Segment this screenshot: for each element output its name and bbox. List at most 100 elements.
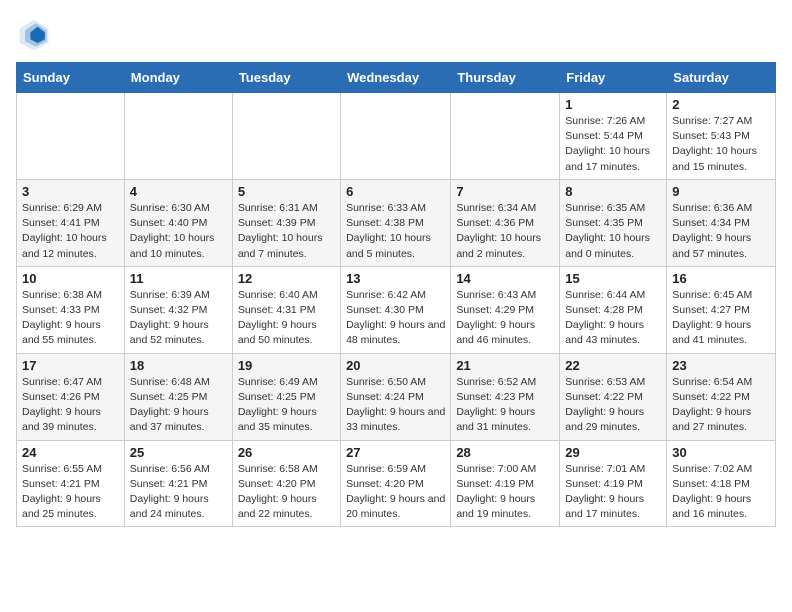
day-info: Sunrise: 6:45 AMSunset: 4:27 PMDaylight:… bbox=[672, 288, 770, 349]
day-cell: 18Sunrise: 6:48 AMSunset: 4:25 PMDayligh… bbox=[124, 353, 232, 440]
day-number: 6 bbox=[346, 184, 445, 199]
day-info: Sunrise: 6:33 AMSunset: 4:38 PMDaylight:… bbox=[346, 201, 445, 262]
day-info: Sunrise: 6:40 AMSunset: 4:31 PMDaylight:… bbox=[238, 288, 335, 349]
day-info: Sunrise: 6:53 AMSunset: 4:22 PMDaylight:… bbox=[565, 375, 661, 436]
day-cell: 19 Sunrise: 6:49 AMSunset: 4:25 PMDayligh… bbox=[232, 353, 340, 440]
day-number: 27 bbox=[346, 445, 445, 460]
week-row-3: 10Sunrise: 6:38 AMSunset: 4:33 PMDayligh… bbox=[17, 266, 776, 353]
day-cell: 1 Sunrise: 7:26 AMSunset: 5:44 PMDaylight… bbox=[560, 93, 667, 180]
day-number: 18 bbox=[130, 358, 227, 373]
day-number: 30 bbox=[672, 445, 770, 460]
day-cell: 11 Sunrise: 6:39 AMSunset: 4:32 PMDayligh… bbox=[124, 266, 232, 353]
day-number: 5 bbox=[238, 184, 335, 199]
day-number: 2 bbox=[672, 97, 770, 112]
day-info: Sunrise: 6:36 AMSunset: 4:34 PMDaylight:… bbox=[672, 201, 770, 262]
day-number: 25 bbox=[130, 445, 227, 460]
day-number: 11 bbox=[130, 271, 227, 286]
day-cell: 10Sunrise: 6:38 AMSunset: 4:33 PMDayligh… bbox=[17, 266, 125, 353]
day-cell: 29 Sunrise: 7:01 AMSunset: 4:19 PMDayligh… bbox=[560, 440, 667, 527]
day-cell: 27 Sunrise: 6:59 AMSunset: 4:20 PMDayligh… bbox=[341, 440, 451, 527]
day-number: 9 bbox=[672, 184, 770, 199]
day-number: 17 bbox=[22, 358, 119, 373]
day-cell bbox=[451, 93, 560, 180]
day-info: Sunrise: 6:30 AMSunset: 4:40 PMDaylight:… bbox=[130, 201, 227, 262]
day-cell: 28 Sunrise: 7:00 AMSunset: 4:19 PMDayligh… bbox=[451, 440, 560, 527]
week-row-4: 17 Sunrise: 6:47 AMSunset: 4:26 PMDayligh… bbox=[17, 353, 776, 440]
day-info: Sunrise: 6:52 AMSunset: 4:23 PMDaylight:… bbox=[456, 375, 554, 436]
week-row-1: 1 Sunrise: 7:26 AMSunset: 5:44 PMDaylight… bbox=[17, 93, 776, 180]
day-cell: 9 Sunrise: 6:36 AMSunset: 4:34 PMDaylight… bbox=[667, 179, 776, 266]
day-cell: 23 Sunrise: 6:54 AMSunset: 4:22 PMDayligh… bbox=[667, 353, 776, 440]
day-info: Sunrise: 6:42 AMSunset: 4:30 PMDaylight:… bbox=[346, 288, 445, 349]
day-number: 15 bbox=[565, 271, 661, 286]
day-info: Sunrise: 6:58 AMSunset: 4:20 PMDaylight:… bbox=[238, 462, 335, 523]
day-info: Sunrise: 6:49 AMSunset: 4:25 PMDaylight:… bbox=[238, 375, 335, 436]
day-info: Sunrise: 6:44 AMSunset: 4:28 PMDaylight:… bbox=[565, 288, 661, 349]
day-info: Sunrise: 6:50 AMSunset: 4:24 PMDaylight:… bbox=[346, 375, 445, 436]
day-info: Sunrise: 6:39 AMSunset: 4:32 PMDaylight:… bbox=[130, 288, 227, 349]
day-number: 13 bbox=[346, 271, 445, 286]
header-row: SundayMondayTuesdayWednesdayThursdayFrid… bbox=[17, 63, 776, 93]
day-cell bbox=[17, 93, 125, 180]
day-info: Sunrise: 7:26 AMSunset: 5:44 PMDaylight:… bbox=[565, 114, 661, 175]
day-info: Sunrise: 6:47 AMSunset: 4:26 PMDaylight:… bbox=[22, 375, 119, 436]
day-cell: 26 Sunrise: 6:58 AMSunset: 4:20 PMDayligh… bbox=[232, 440, 340, 527]
day-number: 19 bbox=[238, 358, 335, 373]
day-cell: 21 Sunrise: 6:52 AMSunset: 4:23 PMDayligh… bbox=[451, 353, 560, 440]
day-info: Sunrise: 6:38 AMSunset: 4:33 PMDaylight:… bbox=[22, 288, 119, 349]
day-cell: 2 Sunrise: 7:27 AMSunset: 5:43 PMDaylight… bbox=[667, 93, 776, 180]
day-number: 16 bbox=[672, 271, 770, 286]
header bbox=[16, 16, 776, 52]
day-cell: 16 Sunrise: 6:45 AMSunset: 4:27 PMDayligh… bbox=[667, 266, 776, 353]
logo-icon bbox=[16, 16, 52, 52]
day-cell bbox=[341, 93, 451, 180]
day-info: Sunrise: 6:34 AMSunset: 4:36 PMDaylight:… bbox=[456, 201, 554, 262]
day-number: 4 bbox=[130, 184, 227, 199]
day-cell: 25Sunrise: 6:56 AMSunset: 4:21 PMDayligh… bbox=[124, 440, 232, 527]
day-number: 3 bbox=[22, 184, 119, 199]
day-info: Sunrise: 6:31 AMSunset: 4:39 PMDaylight:… bbox=[238, 201, 335, 262]
calendar-table: SundayMondayTuesdayWednesdayThursdayFrid… bbox=[16, 62, 776, 527]
day-info: Sunrise: 7:00 AMSunset: 4:19 PMDaylight:… bbox=[456, 462, 554, 523]
week-row-2: 3 Sunrise: 6:29 AMSunset: 4:41 PMDaylight… bbox=[17, 179, 776, 266]
day-cell: 22 Sunrise: 6:53 AMSunset: 4:22 PMDayligh… bbox=[560, 353, 667, 440]
day-cell: 7 Sunrise: 6:34 AMSunset: 4:36 PMDaylight… bbox=[451, 179, 560, 266]
week-row-5: 24Sunrise: 6:55 AMSunset: 4:21 PMDayligh… bbox=[17, 440, 776, 527]
day-info: Sunrise: 6:29 AMSunset: 4:41 PMDaylight:… bbox=[22, 201, 119, 262]
day-cell: 8 Sunrise: 6:35 AMSunset: 4:35 PMDaylight… bbox=[560, 179, 667, 266]
day-info: Sunrise: 6:43 AMSunset: 4:29 PMDaylight:… bbox=[456, 288, 554, 349]
day-cell: 17 Sunrise: 6:47 AMSunset: 4:26 PMDayligh… bbox=[17, 353, 125, 440]
day-cell: 12 Sunrise: 6:40 AMSunset: 4:31 PMDayligh… bbox=[232, 266, 340, 353]
col-header-monday: Monday bbox=[124, 63, 232, 93]
day-info: Sunrise: 7:27 AMSunset: 5:43 PMDaylight:… bbox=[672, 114, 770, 175]
day-number: 8 bbox=[565, 184, 661, 199]
day-cell: 15 Sunrise: 6:44 AMSunset: 4:28 PMDayligh… bbox=[560, 266, 667, 353]
day-number: 22 bbox=[565, 358, 661, 373]
day-cell: 6 Sunrise: 6:33 AMSunset: 4:38 PMDaylight… bbox=[341, 179, 451, 266]
day-number: 26 bbox=[238, 445, 335, 460]
day-info: Sunrise: 7:01 AMSunset: 4:19 PMDaylight:… bbox=[565, 462, 661, 523]
day-number: 14 bbox=[456, 271, 554, 286]
day-number: 29 bbox=[565, 445, 661, 460]
logo bbox=[16, 16, 56, 52]
day-number: 28 bbox=[456, 445, 554, 460]
day-cell: 20 Sunrise: 6:50 AMSunset: 4:24 PMDayligh… bbox=[341, 353, 451, 440]
day-number: 7 bbox=[456, 184, 554, 199]
day-number: 1 bbox=[565, 97, 661, 112]
day-cell: 24Sunrise: 6:55 AMSunset: 4:21 PMDayligh… bbox=[17, 440, 125, 527]
day-number: 23 bbox=[672, 358, 770, 373]
day-cell: 14 Sunrise: 6:43 AMSunset: 4:29 PMDayligh… bbox=[451, 266, 560, 353]
day-info: Sunrise: 6:59 AMSunset: 4:20 PMDaylight:… bbox=[346, 462, 445, 523]
col-header-friday: Friday bbox=[560, 63, 667, 93]
day-number: 21 bbox=[456, 358, 554, 373]
day-cell: 5 Sunrise: 6:31 AMSunset: 4:39 PMDaylight… bbox=[232, 179, 340, 266]
day-cell: 3 Sunrise: 6:29 AMSunset: 4:41 PMDaylight… bbox=[17, 179, 125, 266]
day-info: Sunrise: 7:02 AMSunset: 4:18 PMDaylight:… bbox=[672, 462, 770, 523]
day-number: 20 bbox=[346, 358, 445, 373]
col-header-tuesday: Tuesday bbox=[232, 63, 340, 93]
day-number: 12 bbox=[238, 271, 335, 286]
day-info: Sunrise: 6:35 AMSunset: 4:35 PMDaylight:… bbox=[565, 201, 661, 262]
day-info: Sunrise: 6:54 AMSunset: 4:22 PMDaylight:… bbox=[672, 375, 770, 436]
day-cell: 13 Sunrise: 6:42 AMSunset: 4:30 PMDayligh… bbox=[341, 266, 451, 353]
col-header-saturday: Saturday bbox=[667, 63, 776, 93]
